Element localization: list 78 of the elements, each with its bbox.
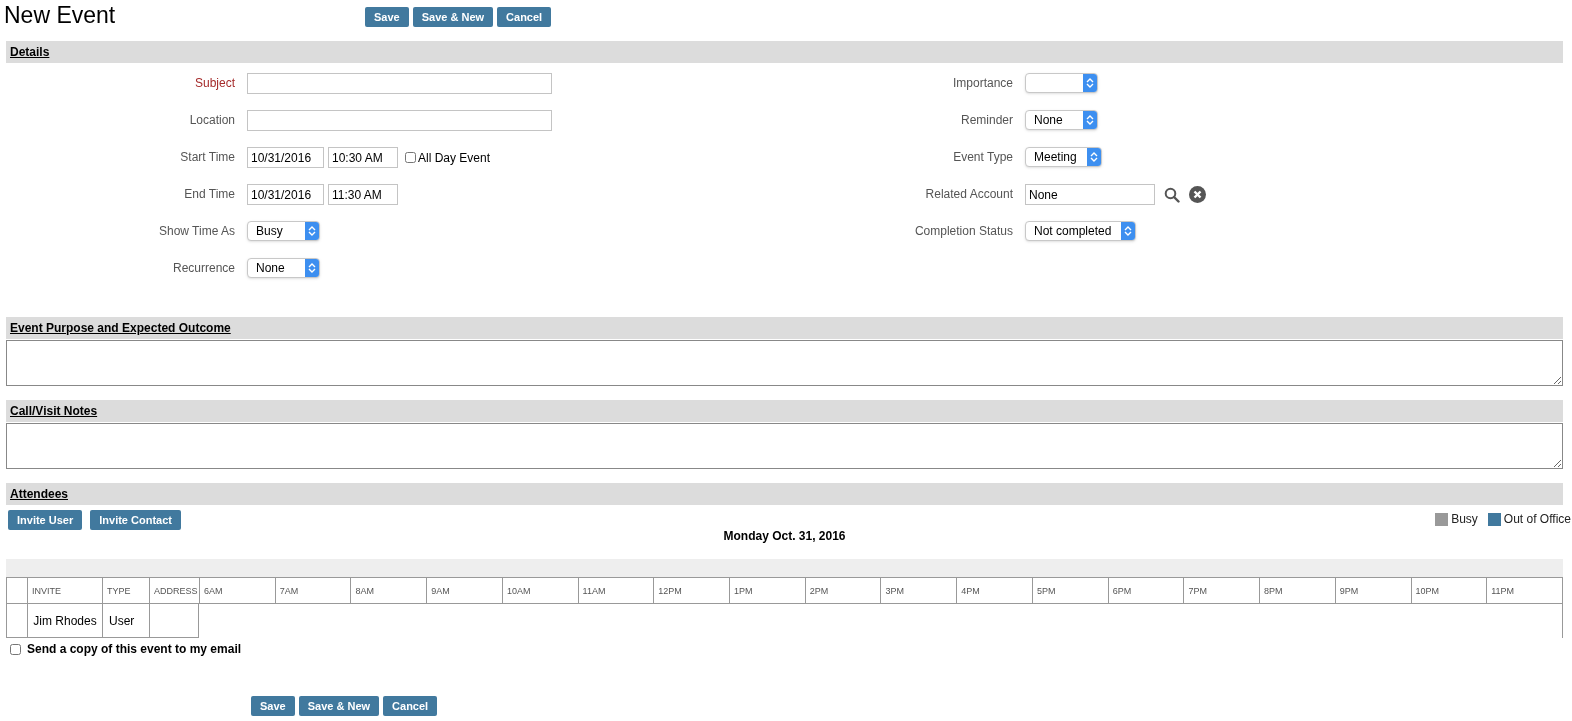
text-field[interactable]: [247, 110, 552, 131]
field-label: Related Account: [924, 186, 1014, 203]
notes-textarea[interactable]: [6, 423, 1563, 469]
select-field[interactable]: None: [1025, 110, 1098, 130]
search-icon[interactable]: [1164, 186, 1180, 203]
field-label: Recurrence: [171, 260, 236, 277]
form-button[interactable]: Save & New: [412, 7, 494, 27]
form-button[interactable]: Save: [365, 7, 409, 27]
form-button[interactable]: Save & New: [298, 696, 380, 716]
column-header: 7PM: [1183, 577, 1260, 604]
select-field[interactable]: Meeting: [1025, 147, 1102, 167]
form-button[interactable]: Cancel: [497, 7, 552, 27]
column-header: ADDRESS: [149, 577, 199, 604]
schedule-date: Monday Oct. 31, 2016: [722, 528, 847, 545]
chevrons-icon: [1124, 225, 1133, 237]
chevrons-icon: [308, 225, 316, 237]
column-header: 11PM: [1486, 577, 1562, 604]
clear-icon[interactable]: [1189, 186, 1206, 203]
column-header: 5PM: [1031, 577, 1108, 604]
column-header: 8AM: [350, 577, 427, 604]
field-label: Event Type: [952, 149, 1014, 166]
column-header: 2PM: [804, 577, 881, 604]
column-header: TYPE: [102, 577, 149, 604]
column-header: INVITE: [27, 577, 102, 604]
checkbox[interactable]: [405, 152, 416, 163]
column-header: 6AM: [199, 577, 275, 604]
column-header: 9AM: [426, 577, 502, 604]
column-header: 8PM: [1259, 577, 1335, 604]
select-field[interactable]: [1025, 73, 1098, 93]
form-button[interactable]: Save: [251, 696, 295, 716]
field-label: Completion Status: [913, 223, 1014, 240]
select-field[interactable]: Busy: [247, 221, 320, 241]
section-header: Attendees: [6, 483, 1563, 505]
legend-label: Out of Office: [1503, 511, 1571, 528]
form-button[interactable]: Cancel: [383, 696, 438, 716]
text-field[interactable]: 11:30 AM: [328, 184, 398, 205]
field-label: Importance: [951, 75, 1014, 92]
chevrons-icon: [308, 262, 316, 274]
field-label: Start Time: [179, 149, 236, 166]
section-header: Details: [6, 41, 1563, 63]
column-header: 7AM: [274, 577, 351, 604]
form-button[interactable]: Invite Contact: [90, 510, 181, 530]
table-cell: [149, 604, 199, 638]
text-field[interactable]: 10:30 AM: [328, 147, 398, 168]
column-header: 10PM: [1410, 577, 1487, 604]
page-title: New Event: [4, 1, 117, 30]
chevrons-icon: [1086, 77, 1094, 89]
field-label: Location: [188, 112, 236, 129]
select-field[interactable]: Not completed: [1025, 221, 1137, 241]
legend-label: Busy: [1451, 511, 1478, 528]
text-field[interactable]: 10/31/2016: [247, 184, 324, 205]
text-field[interactable]: None: [1025, 184, 1155, 205]
column-header: 9PM: [1334, 577, 1411, 604]
table-cell: Jim Rhodes: [27, 604, 102, 638]
field-label: End Time: [183, 186, 236, 203]
column-header: 3PM: [880, 577, 957, 604]
form-button[interactable]: Invite User: [8, 510, 83, 530]
chevrons-icon: [1086, 114, 1094, 126]
text-field[interactable]: 10/31/2016: [247, 147, 324, 168]
column-header: 12PM: [653, 577, 730, 604]
column-header: 1PM: [729, 577, 805, 604]
column-header: 4PM: [956, 577, 1032, 604]
section-header: Event Purpose and Expected Outcome: [6, 317, 1563, 339]
purpose-textarea[interactable]: [6, 340, 1563, 386]
field-label: Show Time As: [157, 223, 236, 240]
chevrons-icon: [1089, 151, 1098, 163]
field-label: Subject: [193, 75, 236, 92]
checkbox[interactable]: [10, 643, 21, 655]
field-label: Reminder: [959, 112, 1014, 129]
column-header: 6PM: [1107, 577, 1184, 604]
checkbox-label: All Day Event: [418, 149, 491, 167]
section-header: Call/Visit Notes: [6, 400, 1563, 422]
column-header: 11AM: [577, 577, 654, 604]
checkbox-label: Send a copy of this event to my email: [27, 641, 242, 658]
table-cell: User: [102, 604, 149, 638]
select-field[interactable]: None: [247, 258, 320, 278]
column-header: 10AM: [501, 577, 578, 604]
text-field[interactable]: [247, 73, 552, 94]
